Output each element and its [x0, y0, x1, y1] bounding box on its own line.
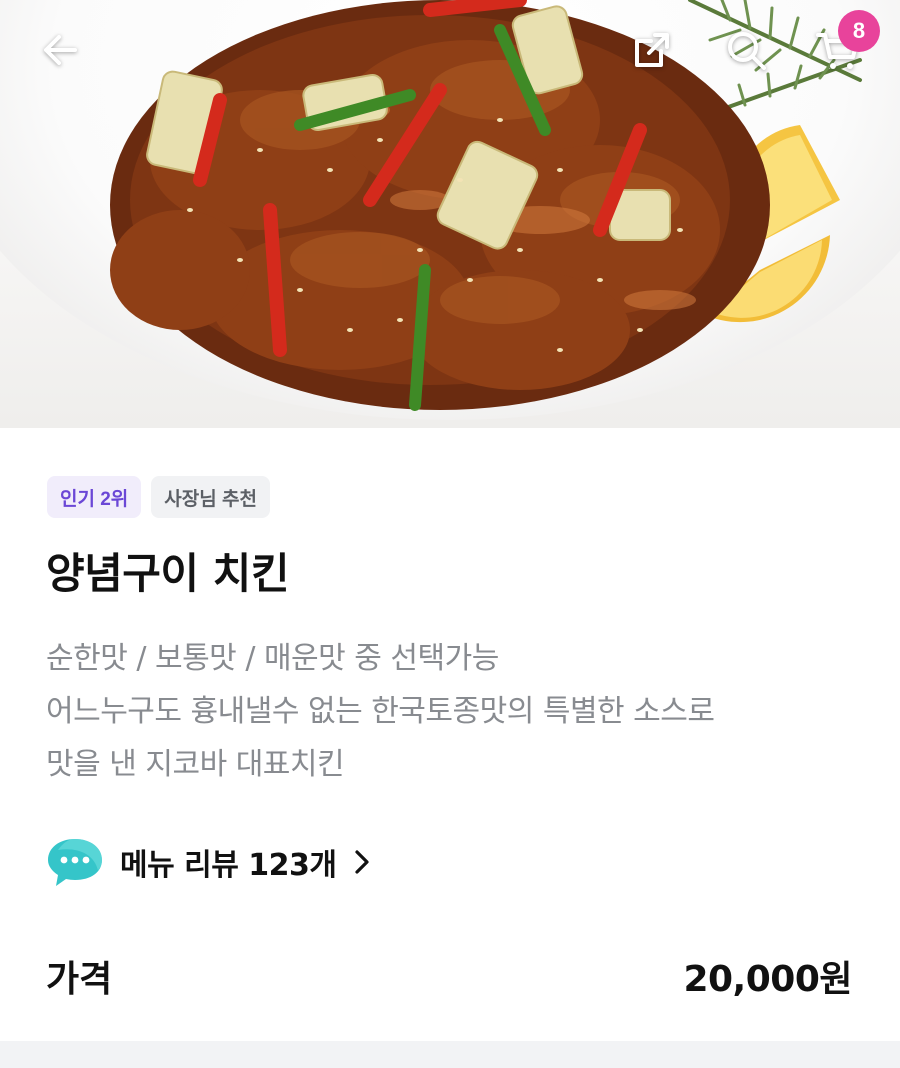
share-icon — [635, 33, 669, 67]
search-button[interactable] — [716, 20, 776, 80]
description-line: 맛을 낸 지코바 대표치킨 — [46, 747, 345, 782]
speech-bubble-icon — [48, 839, 102, 886]
menu-review-link[interactable]: 메뉴 리뷰 123개 — [46, 833, 371, 891]
popularity-rank-tag: 인기 2위 — [47, 476, 142, 518]
owner-recommend-tag: 사장님 추천 — [151, 476, 270, 518]
price-row: 가격 20,000원 — [46, 946, 852, 1006]
share-button[interactable] — [622, 20, 682, 80]
menu-detail-page: 8 인기 2위 사장님 추천 양념구이 치킨 순한맛 / 보통맛 / 매운맛 중… — [0, 0, 900, 1068]
menu-photo: 8 — [0, 0, 900, 428]
back-arrow-icon — [44, 35, 77, 65]
menu-description: 순한맛 / 보통맛 / 매운맛 중 선택가능 어느누구도 흉내낼수 없는 한국토… — [46, 632, 866, 791]
review-link-label: 메뉴 리뷰 123개 — [120, 848, 337, 883]
chevron-right-icon — [354, 850, 369, 874]
menu-title: 양념구이 치킨 — [46, 549, 289, 598]
price-value: 20,000원 — [683, 959, 852, 1000]
back-button[interactable] — [30, 20, 90, 80]
description-line: 어느누구도 흉내낼수 없는 한국토종맛의 특별한 소스로 — [46, 694, 715, 729]
description-line: 순한맛 / 보통맛 / 매운맛 중 선택가능 — [46, 641, 499, 676]
section-divider — [0, 1041, 900, 1068]
search-icon — [728, 32, 766, 70]
cart-count-badge: 8 — [838, 10, 880, 52]
menu-tags: 인기 2위 사장님 추천 — [47, 476, 270, 518]
price-label: 가격 — [46, 959, 113, 1000]
